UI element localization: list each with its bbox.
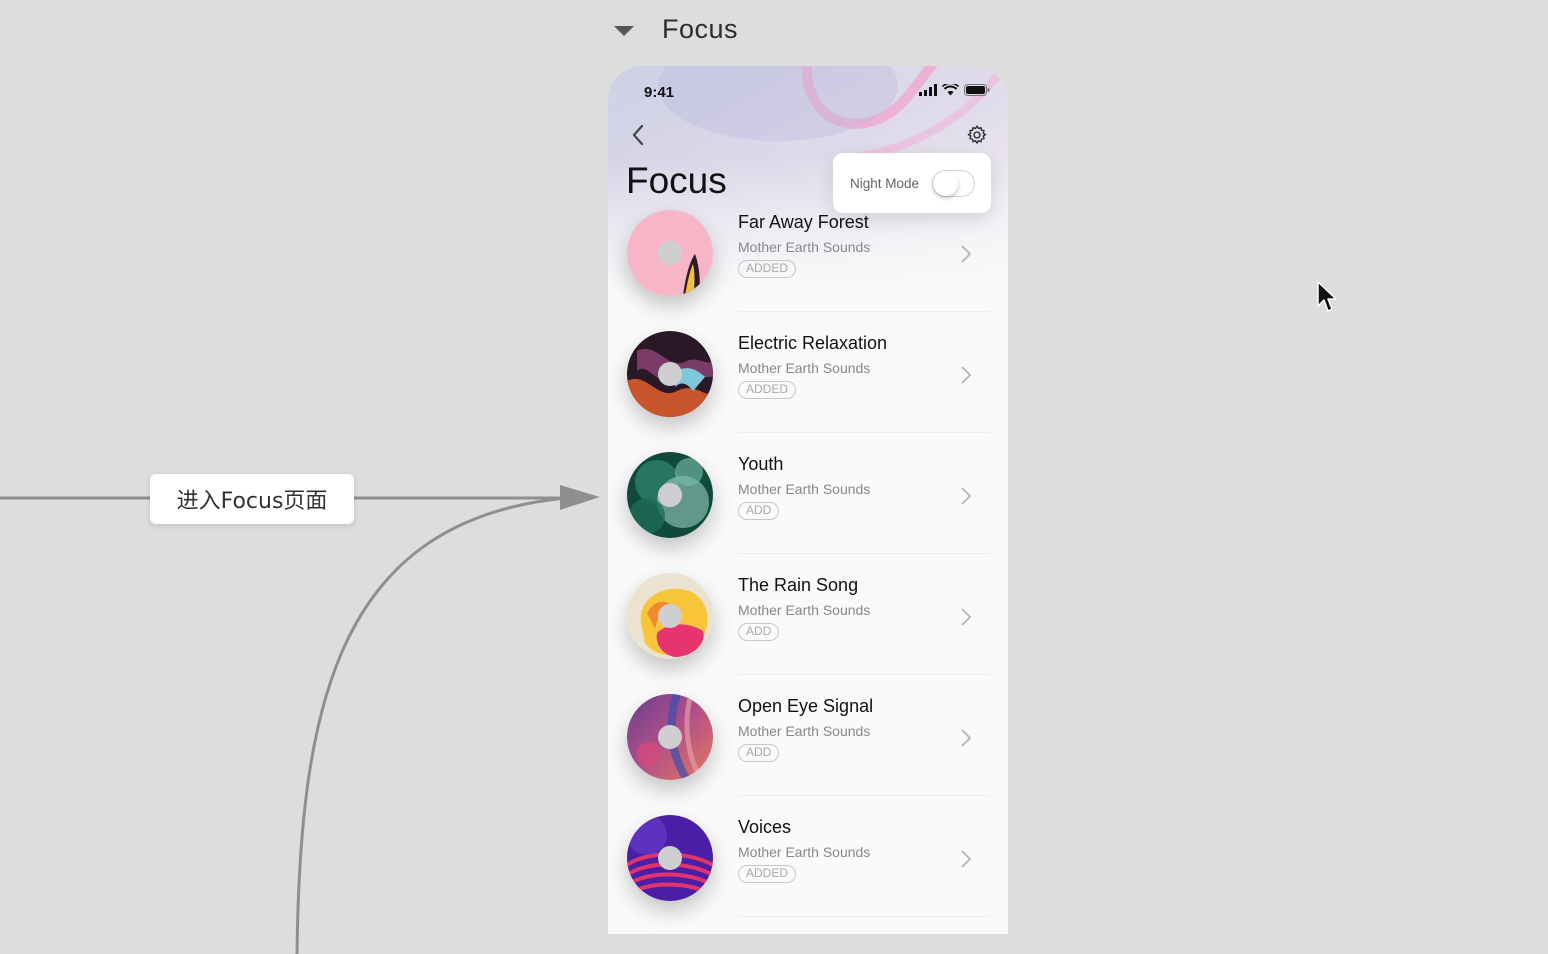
chevron-right-icon (961, 245, 972, 263)
add-button[interactable]: ADD (738, 502, 780, 520)
track-item-youth[interactable]: Youth Mother Earth Sounds ADD (608, 433, 1008, 554)
album-art (627, 210, 713, 296)
track-item-the-rain-song[interactable]: The Rain Song Mother Earth Sounds ADD (608, 554, 1008, 675)
status-time: 9:41 (644, 84, 675, 101)
divider (738, 916, 990, 917)
added-badge[interactable]: ADDED (738, 381, 797, 399)
night-mode-card: Night Mode (833, 153, 991, 213)
album-art (627, 573, 713, 659)
night-mode-toggle[interactable] (932, 169, 975, 197)
added-badge[interactable]: ADDED (738, 865, 797, 883)
phone-screen: 9:41 Focus Night Mode Far Away Forest Mo… (608, 66, 1008, 934)
track-artist: Mother Earth Sounds (738, 844, 871, 860)
track-title: Youth (738, 454, 784, 474)
track-artist: Mother Earth Sounds (738, 723, 871, 739)
signal-icon (919, 84, 937, 96)
track-title: Electric Relaxation (738, 333, 888, 353)
chevron-right-icon (961, 850, 972, 868)
track-title: Voices (738, 817, 792, 837)
track-artist: Mother Earth Sounds (738, 360, 871, 376)
add-button[interactable]: ADD (738, 623, 780, 641)
album-art (627, 694, 713, 780)
chevron-right-icon (961, 487, 972, 505)
track-artist: Mother Earth Sounds (738, 602, 871, 618)
track-artist: Mother Earth Sounds (738, 239, 871, 255)
gear-icon[interactable] (966, 124, 988, 146)
added-badge[interactable]: ADDED (738, 260, 797, 278)
battery-icon (964, 84, 990, 96)
track-title: Far Away Forest (738, 212, 869, 232)
album-art (627, 331, 713, 417)
night-mode-label: Night Mode (850, 175, 920, 191)
track-title: Open Eye Signal (738, 696, 874, 716)
album-art (627, 452, 713, 538)
track-artist: Mother Earth Sounds (738, 481, 871, 497)
add-button[interactable]: ADD (738, 744, 780, 762)
chevron-left-icon (632, 124, 644, 146)
track-list: Far Away Forest Mother Earth Sounds ADDE… (608, 191, 1008, 917)
chevron-right-icon (961, 608, 972, 626)
track-item-voices[interactable]: Voices Mother Earth Sounds ADDED (608, 796, 1008, 917)
status-icons (919, 84, 990, 96)
track-item-electric-relaxation[interactable]: Electric Relaxation Mother Earth Sounds … (608, 312, 1008, 433)
track-title: The Rain Song (738, 575, 859, 595)
back-button[interactable] (628, 122, 650, 148)
arrowhead-icon (560, 485, 600, 510)
flow-label[interactable]: 进入Focus页面 (150, 474, 354, 524)
chevron-right-icon (961, 366, 972, 384)
toggle-knob (933, 170, 958, 196)
wifi-icon (942, 84, 959, 96)
track-item-open-eye-signal[interactable]: Open Eye Signal Mother Earth Sounds ADD (608, 675, 1008, 796)
mouse-cursor-icon (1317, 281, 1337, 312)
album-art (627, 815, 713, 901)
chevron-right-icon (961, 729, 972, 747)
